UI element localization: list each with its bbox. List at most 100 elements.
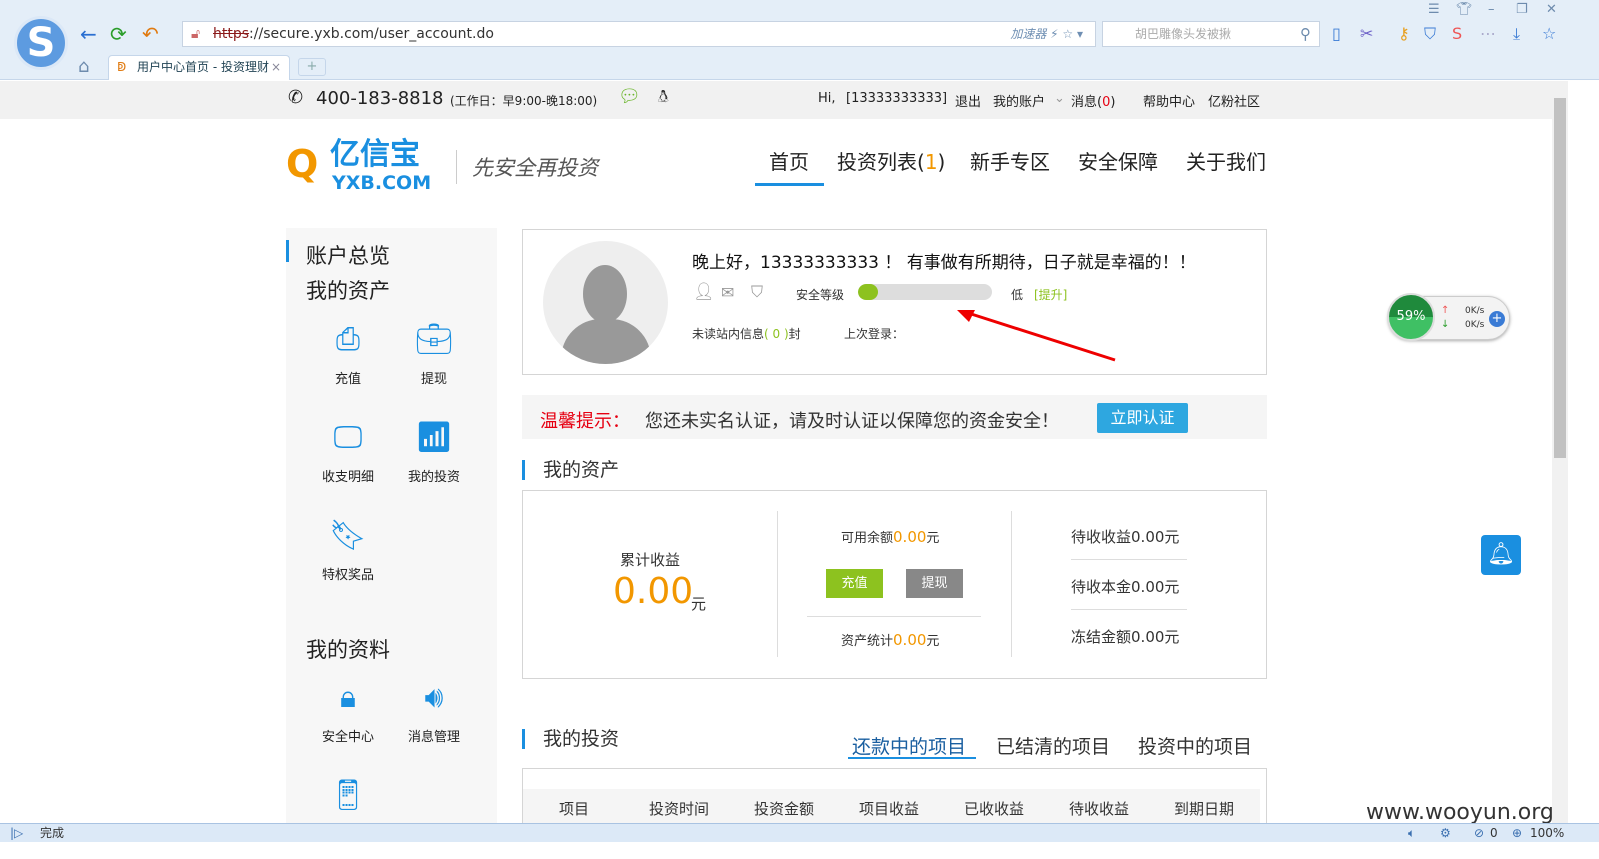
back-icon[interactable]: ← [80,22,97,46]
tab-settled[interactable]: 已结清的项目 [996,732,1110,759]
greeting: Hi, [818,91,836,106]
nav-invest-list[interactable]: 投资列表(1) [837,146,945,175]
more-icon[interactable]: ⋯ [1480,24,1496,43]
messages-close: ) [1110,95,1116,110]
bag-icon[interactable]: S [1452,24,1462,43]
qq-chat-icon[interactable]: 🔔︎ [1481,535,1521,575]
favorite-icon[interactable]: ☆ [1542,24,1556,43]
restore-icon[interactable]: ❐ [1516,2,1528,17]
sidebar-item-messages[interactable]: 🔊︎ 消息管理 [394,678,474,745]
browser-tab[interactable]: ↁ 用户中心首页 - 投资理财 × [108,55,290,80]
avatar[interactable] [543,241,668,364]
sidebar-item-recharge[interactable]: ⎙ 充值 [308,320,388,387]
close-window-icon[interactable]: ✕ [1546,2,1557,17]
download-icon[interactable]: ⤓ [1513,24,1520,44]
mail-icon[interactable]: ✉ [721,283,734,302]
my-account-link[interactable]: 我的账户 [993,91,1045,110]
unread-messages[interactable]: 未读站内信息( 0 )封 [692,325,801,342]
nav-label: 投资列表( [837,150,925,174]
undo-icon[interactable]: ↶ [142,22,159,46]
sidebar-item-rewards[interactable]: 🔖︎ 特权奖品 [308,516,388,583]
close-tab-icon[interactable]: × [271,56,281,79]
sidebar-item-mobile[interactable]: 📱︎ [308,776,388,824]
frozen-value: 0.00元 [1131,628,1180,646]
status-bar: |▷ 完成 🔈︎ ⚙ ⊘ 0 ⊕ 100% [0,823,1599,842]
wechat-icon[interactable]: 💬︎ [618,86,641,107]
nav-about[interactable]: 关于我们 [1186,146,1266,175]
browser-logo: S [14,16,68,70]
scissors-icon[interactable]: ✂ [1360,24,1373,43]
search-input[interactable]: 胡巴雕像头发被揪 ⚲ [1102,21,1320,47]
sidebar-toggle-icon[interactable]: |▷ [10,824,23,842]
search-icon[interactable]: ⚲ [1300,22,1311,46]
adblock-icon[interactable]: ⊘ [1474,824,1484,842]
cumulative-income-value: 0.00 [613,571,694,612]
refresh-icon[interactable]: ⟳ [110,22,127,46]
sidebar-overview[interactable]: 账户总览 [306,240,390,270]
volume-icon[interactable]: 🔈︎ [1408,824,1415,842]
sidebar-label: 我的投资 [407,470,460,485]
invest-count: 1 [924,150,938,174]
tab-investing[interactable]: 投资中的项目 [1138,732,1252,759]
zoom-level[interactable]: 100% [1530,824,1564,842]
key-icon[interactable]: ⚷ [1398,24,1410,43]
sidebar-label: 消息管理 [407,730,460,745]
pending-income-value: 0.00元 [1131,528,1180,546]
user-icon[interactable]: 👤︎ [693,282,715,302]
skin-icon[interactable]: 👕︎ [1456,2,1473,17]
help-link[interactable]: 帮助中心 [1143,91,1195,110]
recharge-button[interactable]: 充值 [826,569,883,598]
accelerator-button[interactable]: 加速器 [1010,27,1046,41]
tab-active-indicator [848,757,976,759]
available-balance: 可用余额0.00元 [841,527,939,546]
nav-security[interactable]: 安全保障 [1078,146,1158,175]
phone-icon[interactable]: ▯ [1332,24,1341,43]
pending-income-label: 待收收益 [1071,528,1132,546]
stats-value: 0.00 [893,631,927,649]
unread-count: ( 0 ) [764,327,789,341]
sidebar-item-transactions[interactable]: 🖵︎ 收支明细 [308,418,388,485]
menu-icon[interactable]: ☰ [1428,2,1440,17]
withdraw-button[interactable]: 提现 [906,569,963,598]
community-link[interactable]: 亿粉社区 [1208,91,1260,110]
home-icon[interactable]: ⌂ [78,56,89,77]
shield-icon[interactable]: ⛉ [1424,24,1436,44]
plus-icon[interactable]: + [1489,311,1505,327]
sidebar-label: 充值 [334,372,361,387]
sidebar-item-withdraw[interactable]: 💼︎ 提现 [394,320,474,387]
logout-link[interactable]: 退出 [955,91,981,110]
sidebar-item-security-center[interactable]: 🔒︎ 安全中心 [308,678,388,745]
verify-now-button[interactable]: 立即认证 [1097,403,1188,433]
frozen-label: 冻结金额 [1071,628,1132,646]
toolbox-icon[interactable]: ⚙ [1440,824,1451,842]
nav-home[interactable]: 首页 [769,146,809,175]
lock-icon: 🔒︎ [340,680,356,715]
upgrade-link[interactable]: [提升] [1034,286,1067,303]
address-bar[interactable]: 🔓︎ https://secure.yxb.com/user_account.d… [182,21,1096,47]
scrollbar-thumb[interactable] [1554,98,1566,458]
nav-active-indicator [755,183,824,186]
divider [456,150,457,184]
notice-bar: 温馨提示： 您还未实名认证，请及时认证以保障您的资金安全！ 立即认证 [522,395,1267,439]
sidebar-item-my-investments[interactable]: 📶︎ 我的投资 [394,418,474,485]
shield-icon[interactable]: ⛉ [751,282,763,302]
tab-title: 用户中心首页 - 投资理财 [137,60,269,74]
messages-link[interactable]: 消息(0) [1071,91,1115,110]
welcome-message: 晚上好，13333333333 ！ 有事做有所期待，日子就是幸福的！！ [692,253,1196,273]
new-tab-button[interactable]: + [298,58,326,76]
network-speed-widget[interactable]: 59% ↑ ↓ 0K/s 0K/s + [1387,293,1510,341]
url-protocol: https [213,26,250,42]
minimize-icon[interactable]: – [1488,2,1495,17]
username-link[interactable]: [13333333333] [846,91,947,106]
site-logo[interactable]: 亿信宝 YXB.COM Q [286,138,431,195]
zoom-icon[interactable]: ⊕ [1512,824,1522,842]
chevron-down-icon[interactable]: ⌄ [1054,91,1065,106]
security-progress-bar [858,284,992,300]
site-topbar: ✆ 400-183-8818 (工作日：早9:00-晚18:00) 💬︎ 🐧︎ … [0,81,1552,119]
qq-icon[interactable]: 🐧︎ [658,87,668,109]
download-arrow-icon: ↓ [1441,319,1450,330]
briefcase-icon: 💼︎ [414,322,454,357]
unit-label: 元 [926,531,940,546]
nav-newbie[interactable]: 新手专区 [970,146,1050,175]
tab-repaying[interactable]: 还款中的项目 [852,732,966,759]
